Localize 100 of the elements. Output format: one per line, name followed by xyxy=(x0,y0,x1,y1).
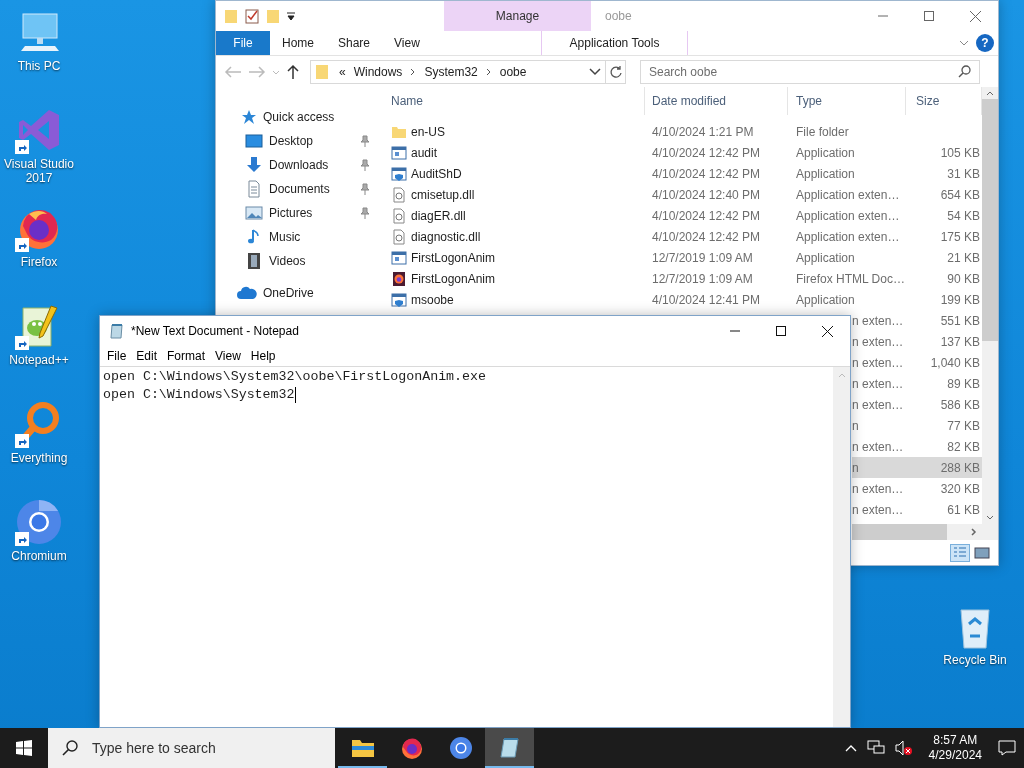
breadcrumb[interactable]: oobe xyxy=(499,64,527,79)
type-cell-text: Application exten… xyxy=(795,208,901,223)
size-cell-text: 21 KB xyxy=(946,250,981,265)
file-row[interactable]: audit 4/10/2024 12:42 PM Application 105 KB xyxy=(380,142,982,163)
close-icon xyxy=(969,10,981,22)
file-row[interactable]: FirstLogonAnim 12/7/2019 1:09 AM Firefox HTML Doc… 90 KB xyxy=(380,268,982,289)
search-field[interactable]: Search oobe xyxy=(640,59,980,84)
context-tab-group-label: Manage xyxy=(444,1,591,31)
taskbar-app-button[interactable] xyxy=(485,728,534,768)
file-row[interactable]: diagnostic.dll 4/10/2024 12:42 PM Application exten… 175 KB xyxy=(380,226,982,247)
desktop-icon-label[interactable]: Chromium xyxy=(11,549,67,563)
document-icon xyxy=(245,180,263,198)
nav-item[interactable]: OneDrive xyxy=(216,281,380,305)
file-row[interactable]: n exten… 61 KB xyxy=(852,499,982,520)
file-row[interactable]: n 77 KB xyxy=(852,415,982,436)
file-row[interactable]: en-US 4/10/2024 1:21 PM File folder xyxy=(380,121,982,142)
network-icon[interactable] xyxy=(866,740,885,756)
customize-caret-icon[interactable] xyxy=(286,11,296,21)
firefox-file-icon xyxy=(391,270,407,287)
nav-item[interactable]: Desktop xyxy=(216,129,380,153)
file-name: FirstLogonAnim xyxy=(411,250,496,265)
file-name: diagnostic.dll xyxy=(411,229,481,244)
date-cell-text: 4/10/2024 12:42 PM xyxy=(651,166,762,181)
refresh-button[interactable] xyxy=(606,59,626,84)
desktop-icon-label[interactable]: Recycle Bin xyxy=(943,653,1007,667)
type-cell-text: Application xyxy=(795,166,856,181)
nav-item[interactable]: Videos xyxy=(216,249,380,273)
file-row[interactable]: n exten… 1,040 KB xyxy=(852,352,982,373)
horizontal-scrollbar[interactable] xyxy=(852,524,998,540)
app-shield-icon xyxy=(391,291,407,308)
type-cell-text: File folder xyxy=(795,124,850,139)
file-name: msoobe xyxy=(411,292,454,307)
dropdown-caret-icon[interactable] xyxy=(589,67,601,76)
file-row[interactable]: n exten… 82 KB xyxy=(852,436,982,457)
size-cell-text: 586 KB xyxy=(939,397,981,412)
properties-icon[interactable] xyxy=(244,8,260,24)
file-row[interactable]: n 288 KB xyxy=(852,457,982,478)
type-cell-text: n exten… xyxy=(852,502,905,517)
type-cell-text: Application exten… xyxy=(795,187,901,202)
file-row[interactable]: n exten… 320 KB xyxy=(852,478,982,499)
type-cell-text: n exten… xyxy=(852,355,905,370)
desktop-icon-label[interactable]: Firefox xyxy=(20,255,58,269)
date-cell-text: 12/7/2019 1:09 AM xyxy=(651,250,754,265)
window-app-icon xyxy=(391,249,407,266)
file-row[interactable]: msoobe 4/10/2024 12:41 PM Application 199 KB xyxy=(380,289,982,310)
dll-file-icon xyxy=(391,207,407,224)
vertical-scrollbar[interactable] xyxy=(982,87,998,524)
file-menu-tab[interactable]: File xyxy=(216,31,270,55)
menu-item[interactable]: Edit xyxy=(131,349,163,363)
download-arrow-icon xyxy=(245,156,263,174)
overflow-chevron[interactable]: « xyxy=(339,64,346,79)
clock[interactable]: 8:57 AM 4/29/2024 xyxy=(922,733,988,763)
vertical-scrollbar[interactable] xyxy=(833,367,850,727)
nav-item[interactable]: Music xyxy=(216,225,380,249)
help-button[interactable]: ? xyxy=(976,34,994,52)
type-cell-text: Application xyxy=(795,250,856,265)
desktop-icon-label[interactable]: Everything xyxy=(10,451,68,465)
type-cell-text: Application exten… xyxy=(795,229,901,244)
nav-item[interactable]: Documents xyxy=(216,177,380,201)
firefox-icon xyxy=(399,736,424,760)
desktop-icon-label[interactable]: Notepad++ xyxy=(9,353,69,367)
menu-item[interactable]: File xyxy=(102,349,132,363)
breadcrumb[interactable]: System32 xyxy=(424,64,478,79)
taskbar-search-field[interactable]: Type here to search xyxy=(48,728,335,768)
file-row[interactable]: FirstLogonAnim 12/7/2019 1:09 AM Application 21 KB xyxy=(380,247,982,268)
nav-item[interactable]: Quick access xyxy=(216,105,380,129)
nav-item[interactable]: Downloads xyxy=(216,153,380,177)
file-row[interactable]: n exten… 137 KB xyxy=(852,331,982,352)
column-header[interactable]: Date modified xyxy=(645,87,788,115)
type-cell-text: n exten… xyxy=(852,439,905,454)
file-row[interactable]: cmisetup.dll 4/10/2024 12:40 PM Application exten… 654 KB xyxy=(380,184,982,205)
up-arrow-icon[interactable] xyxy=(286,63,300,80)
size-cell-text: 31 KB xyxy=(946,166,981,181)
chevron-up-icon[interactable] xyxy=(844,744,857,752)
size-cell-text: 77 KB xyxy=(946,418,981,433)
maximize-icon xyxy=(924,11,934,21)
file-row[interactable]: n exten… 551 KB xyxy=(852,310,982,331)
nav-item[interactable]: Pictures xyxy=(216,201,380,225)
address-bar[interactable]: « Windows System32 oobe xyxy=(310,59,606,84)
size-cell-text: 288 KB xyxy=(939,460,981,475)
window-title: *New Text Document - Notepad xyxy=(130,324,300,338)
speaker-muted-icon[interactable] xyxy=(894,740,913,756)
menu-item[interactable]: Format xyxy=(162,349,211,363)
file-row[interactable]: AuditShD 4/10/2024 12:42 PM Application 31 KB xyxy=(380,163,982,184)
size-cell-text: 54 KB xyxy=(946,208,981,223)
chevron-right-icon xyxy=(485,67,492,76)
size-cell-text: 175 KB xyxy=(939,229,981,244)
file-row[interactable]: n exten… 586 KB xyxy=(852,394,982,415)
star-icon xyxy=(241,109,257,125)
search-icon xyxy=(958,65,971,78)
file-name: audit xyxy=(411,145,438,160)
text-editor[interactable]: open C:\Windows\System32\oobe\FirstLogonAnim.exe open C:\Windows\System32 xyxy=(100,367,833,727)
column-header[interactable]: Name xyxy=(380,87,645,115)
file-row[interactable]: diagER.dll 4/10/2024 12:42 PM Application exten… 54 KB xyxy=(380,205,982,226)
column-header[interactable]: Type xyxy=(788,87,906,115)
notification-icon[interactable] xyxy=(998,740,1016,756)
file-row[interactable]: n exten… 89 KB xyxy=(852,373,982,394)
breadcrumb[interactable]: Windows xyxy=(353,64,403,79)
menu-item[interactable]: View xyxy=(210,349,246,363)
menu-item[interactable]: Help xyxy=(245,349,281,363)
